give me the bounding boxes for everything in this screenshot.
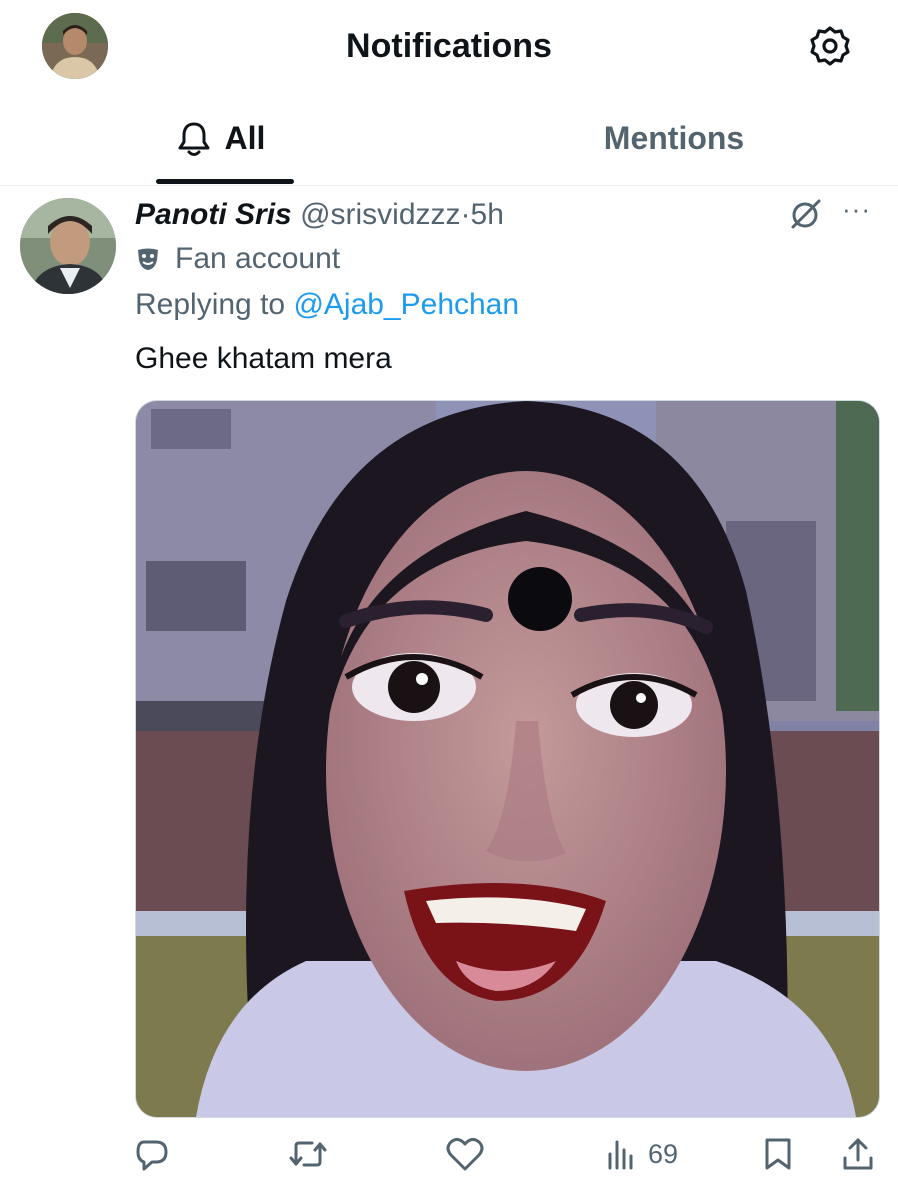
heart-icon — [446, 1137, 484, 1171]
tweet-actions: 69 — [0, 1124, 898, 1184]
views-button[interactable]: 69 — [606, 1134, 678, 1174]
repost-icon — [289, 1141, 327, 1167]
separator: · — [460, 198, 471, 231]
bell-icon — [178, 122, 210, 156]
replying-prefix: Replying to — [135, 288, 286, 321]
tab-all[interactable]: All — [126, 92, 316, 185]
tab-mentions-label: Mentions — [603, 120, 745, 156]
share-icon — [843, 1138, 873, 1170]
notification-tweet[interactable]: Panoti Sris @srisvidzzz·5h ··· Fan accou… — [0, 186, 898, 1200]
gear-icon[interactable] — [806, 22, 854, 70]
like-button[interactable] — [446, 1134, 484, 1174]
share-button[interactable] — [840, 1134, 876, 1174]
bookmark-icon — [765, 1138, 791, 1170]
more-options-icon[interactable]: ··· — [842, 194, 871, 225]
page-title: Notifications — [346, 27, 552, 65]
theater-mask-icon — [138, 248, 158, 270]
user-handle[interactable]: @srisvidzzz — [300, 198, 460, 231]
top-bar: Notifications — [0, 0, 898, 92]
fan-account-text: Fan account — [175, 242, 341, 275]
reply-icon — [136, 1140, 168, 1171]
active-tab-indicator — [156, 179, 294, 184]
replying-to: Replying to @Ajab_Pehchan — [135, 286, 519, 324]
replying-to-mention[interactable]: @Ajab_Pehchan — [293, 288, 519, 321]
grok-icon[interactable] — [788, 196, 824, 232]
display-name[interactable]: Panoti Sris — [135, 198, 292, 231]
tweet-media-image[interactable] — [135, 400, 880, 1118]
bookmark-button[interactable] — [762, 1134, 794, 1174]
tab-mentions[interactable]: Mentions — [560, 92, 788, 185]
tab-bar: All Mentions — [0, 92, 898, 186]
user-avatar[interactable] — [20, 198, 116, 294]
tweet-text: Ghee khatam mera — [135, 342, 392, 375]
tab-all-label: All — [224, 120, 266, 156]
views-icon — [608, 1140, 633, 1170]
reply-button[interactable] — [134, 1134, 170, 1174]
repost-button[interactable] — [288, 1134, 328, 1174]
views-count: 69 — [648, 1138, 679, 1169]
fan-account-label: Fan account — [135, 240, 340, 278]
timestamp[interactable]: 5h — [471, 198, 504, 231]
tweet-header: Panoti Sris @srisvidzzz·5h — [135, 196, 504, 234]
